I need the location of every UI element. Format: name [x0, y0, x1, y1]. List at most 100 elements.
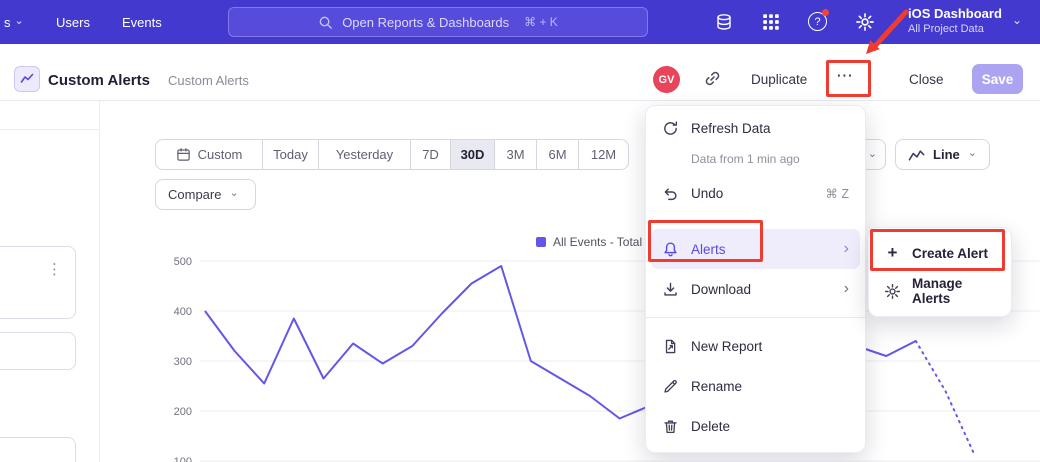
alerts-submenu: + Create Alert Manage Alerts [868, 227, 1012, 317]
avatar[interactable]: GV [653, 66, 680, 93]
menu-divider [646, 317, 865, 318]
range-yesterday[interactable]: Yesterday [318, 140, 410, 169]
bell-icon [662, 241, 679, 258]
breadcrumb: Custom Alerts [168, 73, 249, 88]
menu-item-new-report[interactable]: New Report [646, 326, 865, 366]
range-label: 3M [506, 147, 524, 162]
search-icon [318, 15, 333, 30]
menu-item-alerts[interactable]: Alerts › [651, 229, 860, 269]
nav-item-label: s [4, 15, 11, 30]
sidebar-divider [0, 129, 100, 130]
sidebar-report-card[interactable]: ⋮ [0, 246, 76, 319]
range-6m[interactable]: 6M [536, 140, 578, 169]
gear-icon [884, 283, 901, 300]
undo-icon [662, 185, 679, 202]
range-12m[interactable]: 12M [578, 140, 628, 169]
project-switcher[interactable]: iOS Dashboard All Project Data [908, 5, 1002, 36]
project-name: iOS Dashboard [908, 5, 1002, 22]
top-nav: s ⌄ Users Events Open Reports & Dashboar… [0, 0, 1040, 44]
date-range-control: Custom Today Yesterday 7D 30D 3M 6M 12M [155, 139, 629, 170]
report-type-icon [14, 66, 40, 92]
range-label: 30D [461, 147, 485, 162]
nav-item-users[interactable]: Users [56, 0, 90, 44]
range-7d[interactable]: 7D [410, 140, 450, 169]
svg-text:100: 100 [174, 456, 192, 462]
menu-item-label: Delete [691, 419, 730, 434]
menu-item-label: Undo [691, 186, 723, 201]
range-custom[interactable]: Custom [156, 140, 262, 169]
more-options-button[interactable]: ⋯ [836, 66, 854, 86]
chevron-down-icon: ⌄ [229, 188, 238, 199]
chevron-down-icon: ⌄ [868, 149, 877, 160]
svg-text:500: 500 [174, 256, 192, 268]
context-menu: Refresh Data Data from 1 min ago Undo ⌘ … [645, 105, 866, 453]
search-placeholder: Open Reports & Dashboards [342, 15, 509, 30]
download-icon [662, 281, 679, 298]
menu-item-delete[interactable]: Delete [646, 406, 865, 446]
range-today[interactable]: Today [262, 140, 318, 169]
data-icon[interactable] [714, 12, 734, 32]
range-label: 6M [548, 147, 566, 162]
close-button[interactable]: Close [909, 72, 944, 87]
compare-button[interactable]: Compare ⌄ [155, 179, 256, 210]
range-30d-selected[interactable]: 30D [450, 140, 494, 169]
more-vertical-icon[interactable]: ⋮ [47, 260, 62, 278]
apps-grid-icon[interactable] [761, 12, 781, 32]
range-3m[interactable]: 3M [494, 140, 536, 169]
menu-item-label: Rename [691, 379, 742, 394]
report-header: Custom Alerts Custom Alerts GV Duplicate… [0, 44, 1040, 101]
page-title: Custom Alerts [48, 72, 150, 89]
save-button[interactable]: Save [972, 64, 1023, 94]
menu-item-label: Download [691, 282, 751, 297]
range-label: 12M [591, 147, 616, 162]
duplicate-button[interactable]: Duplicate [751, 72, 807, 87]
menu-item-download[interactable]: Download › [646, 269, 865, 309]
chevron-right-icon: › [844, 281, 849, 297]
menu-item-label: New Report [691, 339, 762, 354]
submenu-item-label: Manage Alerts [912, 276, 996, 306]
menu-item-subtitle: Data from 1 min ago [691, 152, 849, 166]
submenu-item-manage-alerts[interactable]: Manage Alerts [869, 272, 1011, 310]
submenu-item-create-alert[interactable]: + Create Alert [869, 234, 1011, 272]
menu-item-undo[interactable]: Undo ⌘ Z [646, 173, 865, 213]
range-label: Today [273, 147, 308, 162]
chart-type-label: Line [933, 147, 960, 162]
project-subtitle: All Project Data [908, 22, 1002, 36]
menu-item-rename[interactable]: Rename [646, 366, 865, 406]
chevron-down-icon: ⌄ [15, 16, 24, 27]
menu-item-label: Alerts [691, 242, 726, 257]
trash-icon [662, 418, 679, 435]
submenu-item-label: Create Alert [912, 246, 988, 261]
notification-dot [822, 9, 829, 16]
svg-text:200: 200 [174, 406, 192, 418]
range-label: 7D [422, 147, 439, 162]
plus-icon: + [884, 243, 901, 263]
range-label: Custom [198, 147, 243, 162]
range-label: Yesterday [336, 147, 393, 162]
nav-item-label: Events [122, 15, 162, 30]
global-search-input[interactable]: Open Reports & Dashboards ⌘ + K [228, 7, 648, 37]
sidebar-report-card[interactable] [0, 437, 76, 462]
svg-text:400: 400 [174, 306, 192, 318]
menu-item-shortcut: ⌘ Z [825, 186, 849, 201]
app-window: s ⌄ Users Events Open Reports & Dashboar… [0, 0, 1040, 462]
nav-item-label: Users [56, 15, 90, 30]
nav-item-events[interactable]: Events [122, 0, 162, 44]
refresh-icon [662, 120, 679, 137]
menu-item-refresh-data[interactable]: Refresh Data Data from 1 min ago [646, 112, 865, 173]
chart-type-button[interactable]: Line ⌄ [895, 139, 990, 170]
chevron-right-icon: › [844, 241, 849, 257]
gear-icon[interactable] [855, 12, 875, 32]
share-link-icon[interactable] [703, 69, 722, 88]
search-shortcut: ⌘ + K [524, 15, 558, 29]
legend-label: All Events - Total [553, 235, 642, 249]
sidebar-report-card[interactable] [0, 332, 76, 370]
nav-item-boards-partial[interactable]: s ⌄ [4, 0, 24, 44]
line-chart-icon [908, 148, 925, 162]
chevron-down-icon: ⌄ [1012, 14, 1022, 26]
chevron-down-icon: ⌄ [968, 148, 977, 159]
legend-item[interactable]: All Events - Total [536, 235, 642, 249]
new-report-icon [662, 338, 679, 355]
calendar-icon [176, 147, 191, 162]
menu-item-label: Refresh Data [691, 121, 771, 136]
